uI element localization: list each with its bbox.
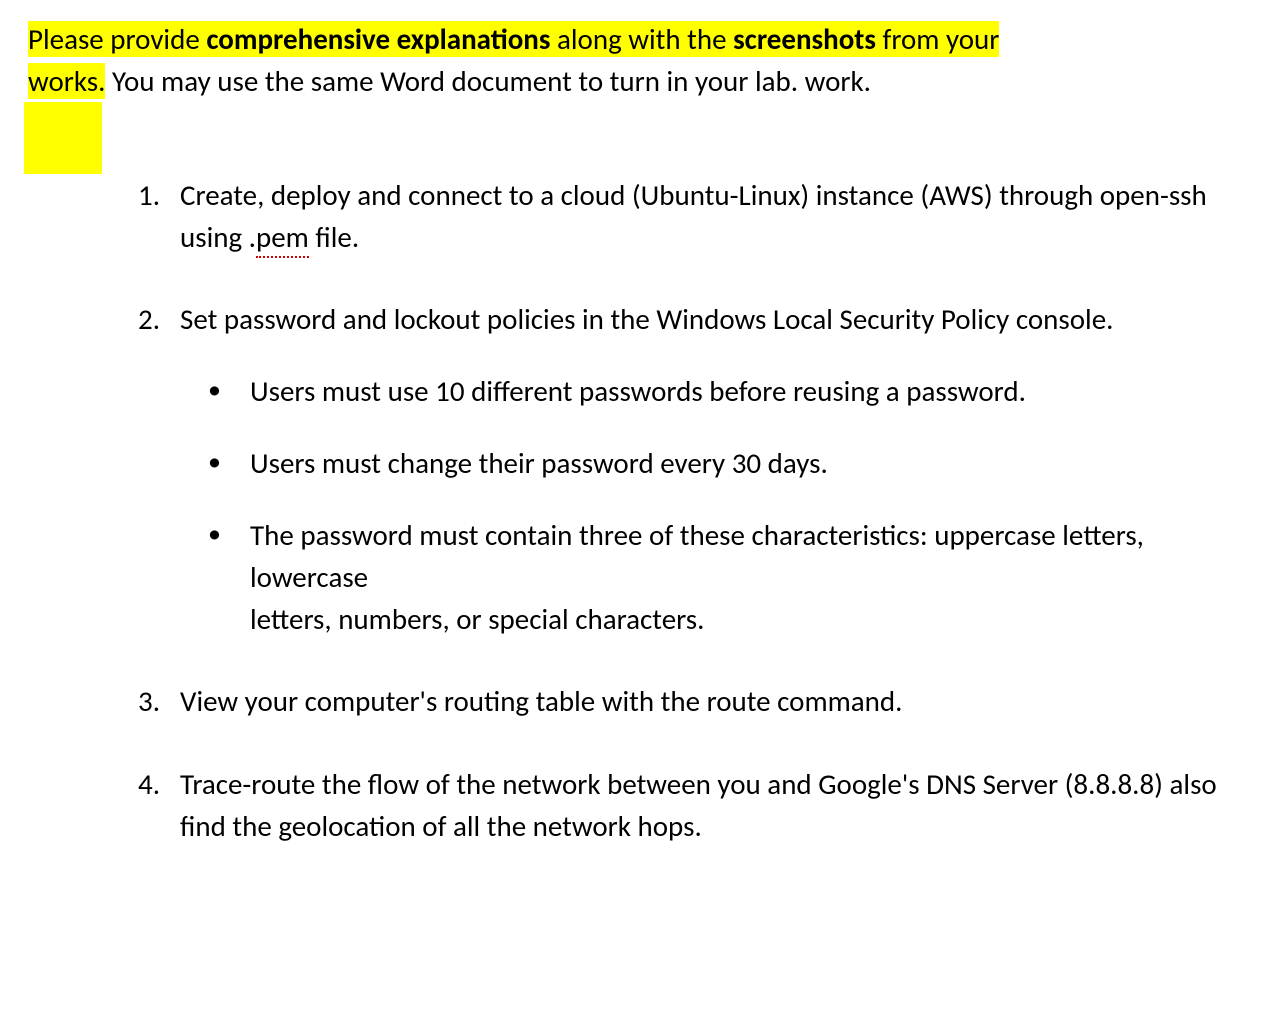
task-2-text: Set password and lockout policies in the… — [180, 301, 1113, 337]
task-2-bullet-3: The password must contain three of these… — [208, 514, 1240, 640]
task-item-4: Trace-route the flow of the network betw… — [138, 763, 1240, 847]
task-3-text: View your computer's routing table with … — [180, 683, 902, 719]
task-item-3: View your computer's routing table with … — [138, 680, 1240, 722]
intro-paragraph: Please provide comprehensive explanation… — [28, 18, 1240, 102]
bullet-text: The password must contain three of these… — [250, 517, 1144, 637]
task-item-2: Set password and lockout policies in the… — [138, 298, 1240, 640]
intro-highlight-3: from your — [876, 21, 1000, 57]
intro-highlight-4: works. — [28, 63, 105, 99]
intro-rest: You may use the same Word document to tu… — [105, 63, 871, 99]
task-2-bullet-2: Users must change their password every 3… — [208, 442, 1240, 484]
task-2-bullets: Users must use 10 different passwords be… — [180, 370, 1240, 640]
intro-highlight-2: along with the — [550, 21, 733, 57]
bullet-text: Users must change their password every 3… — [250, 445, 828, 481]
bullet-text: Users must use 10 different passwords be… — [250, 373, 1026, 409]
document-page: Please provide comprehensive explanation… — [0, 0, 1268, 847]
intro-bold-2: screenshots — [733, 21, 876, 57]
task-1-text-after: file. — [309, 219, 359, 255]
task-list: Create, deploy and connect to a cloud (U… — [28, 174, 1240, 847]
intro-highlight-1: Please provide — [28, 21, 206, 57]
pem-underline: pem — [256, 219, 309, 258]
intro-bold-1: comprehensive explanations — [206, 21, 550, 57]
task-4-text: Trace-route the flow of the network betw… — [180, 766, 1217, 844]
task-item-1: Create, deploy and connect to a cloud (U… — [138, 174, 1240, 258]
task-2-bullet-1: Users must use 10 different passwords be… — [208, 370, 1240, 412]
highlight-empty-block — [24, 102, 102, 174]
